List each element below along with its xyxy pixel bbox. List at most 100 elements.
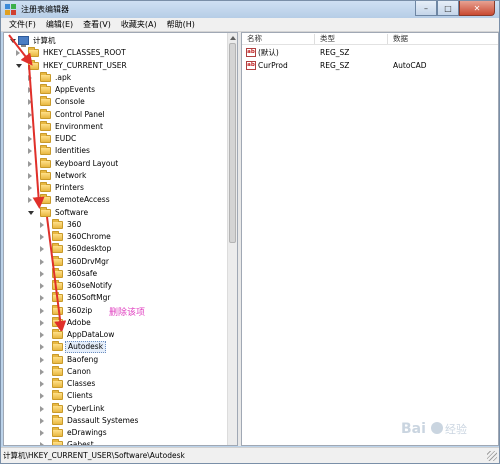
- scroll-up-icon[interactable]: [230, 36, 236, 40]
- value-type: REG_SZ: [320, 61, 350, 70]
- folder-icon: [40, 120, 51, 131]
- menu-favorites[interactable]: 收藏夹(A): [117, 19, 163, 31]
- collapsed-arrow-icon[interactable]: [40, 368, 44, 375]
- column-divider[interactable]: [314, 34, 315, 44]
- registry-editor-window: 注册表编辑器 – □ ✕ 文件(F) 编辑(E) 查看(V) 收藏夹(A) 帮助…: [0, 0, 500, 464]
- menu-help[interactable]: 帮助(H): [163, 19, 201, 31]
- collapsed-arrow-icon[interactable]: [40, 417, 44, 424]
- tree-node-label: .apk: [55, 72, 72, 82]
- collapsed-arrow-icon[interactable]: [40, 319, 44, 326]
- tree-node-label: EUDC: [55, 134, 77, 143]
- menu-file[interactable]: 文件(F): [5, 19, 42, 31]
- tree-node-label: Environment: [55, 121, 103, 131]
- collapsed-arrow-icon[interactable]: [28, 197, 32, 204]
- expanded-arrow-icon[interactable]: [28, 210, 34, 215]
- collapsed-arrow-icon[interactable]: [28, 160, 32, 167]
- collapsed-arrow-icon[interactable]: [40, 430, 44, 436]
- svg-text:经验: 经验: [445, 422, 467, 436]
- tree-node-label: Control Panel: [55, 109, 105, 119]
- tree-scrollbar[interactable]: [227, 33, 237, 445]
- collapsed-arrow-icon[interactable]: [40, 344, 44, 351]
- expanded-arrow-icon[interactable]: [10, 39, 16, 43]
- collapsed-arrow-icon[interactable]: [40, 246, 44, 253]
- collapsed-arrow-icon[interactable]: [28, 172, 32, 179]
- folder-icon: [40, 108, 51, 119]
- column-name[interactable]: 名称: [247, 33, 262, 45]
- tree-node-label: AppDataLow: [67, 330, 115, 339]
- collapsed-arrow-icon[interactable]: [40, 356, 44, 363]
- folder-icon: [40, 182, 51, 192]
- tree-node-label: Autodesk: [65, 341, 107, 354]
- collapsed-arrow-icon[interactable]: [40, 221, 44, 228]
- folder-icon: [40, 157, 51, 168]
- tree-node-label: 360safe: [67, 268, 98, 278]
- folder-icon: [40, 194, 51, 205]
- folder-icon: [52, 267, 63, 278]
- folder-icon: [40, 206, 51, 217]
- folder-icon: [52, 231, 63, 241]
- tree-node-label: Network: [55, 170, 87, 180]
- close-button[interactable]: ✕: [459, 1, 495, 16]
- column-divider[interactable]: [387, 34, 388, 44]
- folder-icon: [52, 414, 63, 425]
- collapsed-arrow-icon[interactable]: [40, 332, 44, 338]
- tree-node-label: Adobe: [67, 317, 91, 327]
- expanded-arrow-icon[interactable]: [16, 63, 22, 68]
- folder-icon: [52, 353, 63, 364]
- menu-view[interactable]: 查看(V): [79, 19, 117, 31]
- scroll-thumb[interactable]: [229, 43, 236, 243]
- collapsed-arrow-icon[interactable]: [40, 234, 44, 240]
- collapsed-arrow-icon[interactable]: [40, 405, 44, 412]
- tree-node-label: 360zip: [67, 305, 93, 315]
- column-data[interactable]: 数据: [393, 33, 408, 45]
- title-bar: 注册表编辑器 – □ ✕: [1, 1, 499, 18]
- collapsed-arrow-icon[interactable]: [28, 74, 32, 81]
- tree-node-label: Clients: [67, 391, 93, 401]
- minimize-button[interactable]: –: [415, 1, 437, 16]
- collapsed-arrow-icon[interactable]: [40, 307, 44, 314]
- folder-icon: [52, 243, 63, 254]
- maximize-icon: □: [444, 3, 452, 13]
- collapsed-arrow-icon[interactable]: [28, 99, 32, 106]
- folder-icon: [52, 304, 63, 315]
- folder-icon: [40, 133, 51, 143]
- list-row[interactable]: ab CurProd REG_SZ AutoCAD: [242, 59, 498, 72]
- tree-node-label: RemoteAccess: [55, 195, 110, 205]
- resize-grip-icon[interactable]: [487, 451, 497, 461]
- collapsed-arrow-icon[interactable]: [40, 295, 44, 302]
- column-type[interactable]: 类型: [320, 33, 335, 45]
- tree-node-label: Identities: [55, 146, 90, 156]
- maximize-button[interactable]: □: [437, 1, 459, 16]
- window-title: 注册表编辑器: [21, 5, 69, 14]
- collapsed-arrow-icon[interactable]: [40, 270, 44, 277]
- folder-icon: [52, 341, 63, 352]
- collapsed-arrow-icon[interactable]: [28, 87, 32, 93]
- collapsed-arrow-icon[interactable]: [28, 148, 32, 155]
- tree-node-label: CyberLink: [67, 403, 105, 413]
- collapsed-arrow-icon[interactable]: [16, 50, 20, 57]
- collapsed-arrow-icon[interactable]: [40, 283, 44, 289]
- collapsed-arrow-icon[interactable]: [40, 393, 44, 400]
- folder-icon: [28, 47, 39, 58]
- status-path: 计算机\HKEY_CURRENT_USER\Software\Autodesk: [3, 451, 185, 460]
- collapsed-arrow-icon[interactable]: [40, 258, 44, 265]
- collapsed-arrow-icon[interactable]: [40, 442, 44, 445]
- folder-icon: [52, 378, 63, 388]
- computer-icon: [18, 36, 29, 47]
- tree-node-label: Printers: [55, 183, 84, 192]
- tree-node-label: HKEY_CLASSES_ROOT: [43, 48, 126, 58]
- tree-node-label: 360seNotify: [67, 281, 113, 290]
- collapsed-arrow-icon[interactable]: [28, 136, 32, 142]
- values-pane: 名称 类型 数据 ab (默认) REG_SZ ab CurProd REG_S…: [241, 32, 499, 446]
- collapsed-arrow-icon[interactable]: [28, 111, 32, 118]
- list-row[interactable]: ab (默认) REG_SZ: [242, 46, 498, 59]
- ab-icon: ab: [246, 61, 256, 70]
- menu-edit[interactable]: 编辑(E): [42, 19, 79, 31]
- collapsed-arrow-icon[interactable]: [40, 381, 44, 387]
- value-type: REG_SZ: [320, 48, 350, 57]
- collapsed-arrow-icon[interactable]: [28, 123, 32, 130]
- window-controls: – □ ✕: [415, 1, 495, 16]
- list-header: 名称 类型 数据: [242, 33, 498, 45]
- collapsed-arrow-icon[interactable]: [28, 185, 32, 191]
- close-icon: ✕: [473, 3, 481, 13]
